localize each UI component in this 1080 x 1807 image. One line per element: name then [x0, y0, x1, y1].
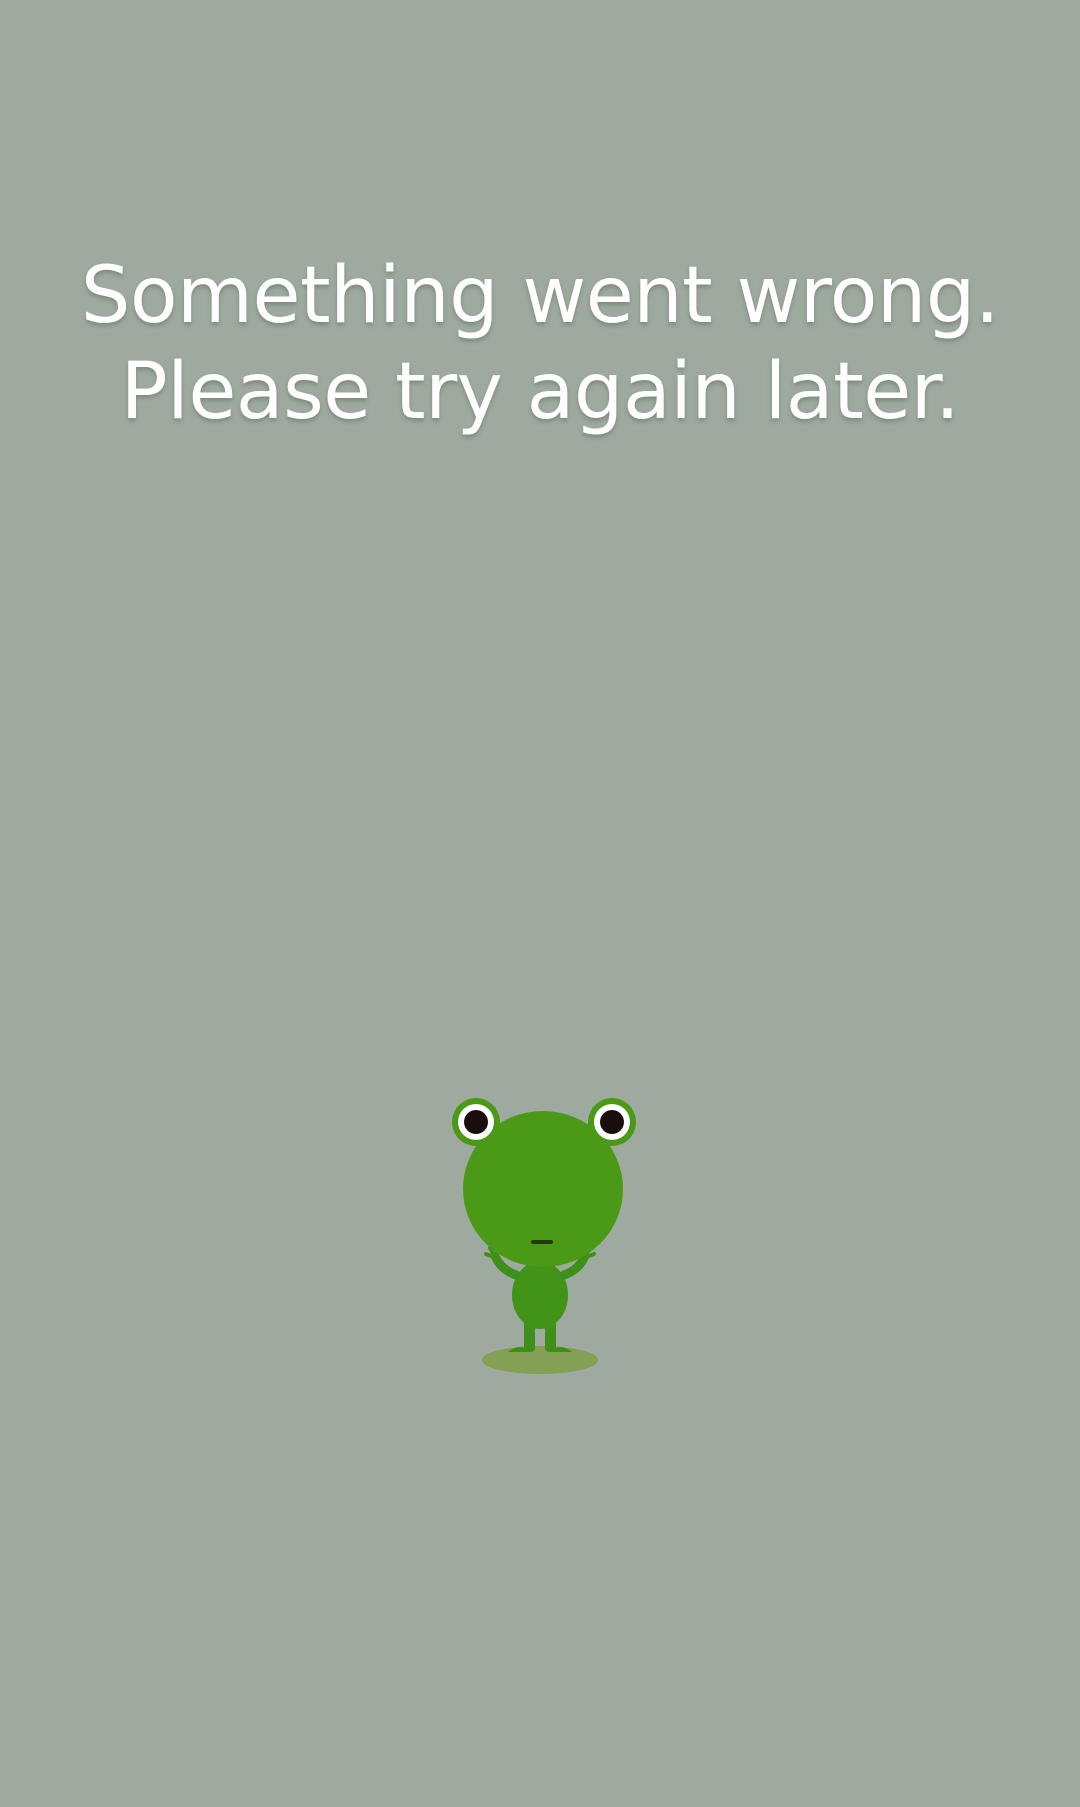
- error-line-1: Something went wrong.: [80, 251, 1000, 341]
- error-message: Something went wrong. Please try again l…: [0, 248, 1080, 440]
- error-line-2: Please try again later.: [120, 347, 960, 437]
- frog-mascot-icon: [440, 1090, 640, 1380]
